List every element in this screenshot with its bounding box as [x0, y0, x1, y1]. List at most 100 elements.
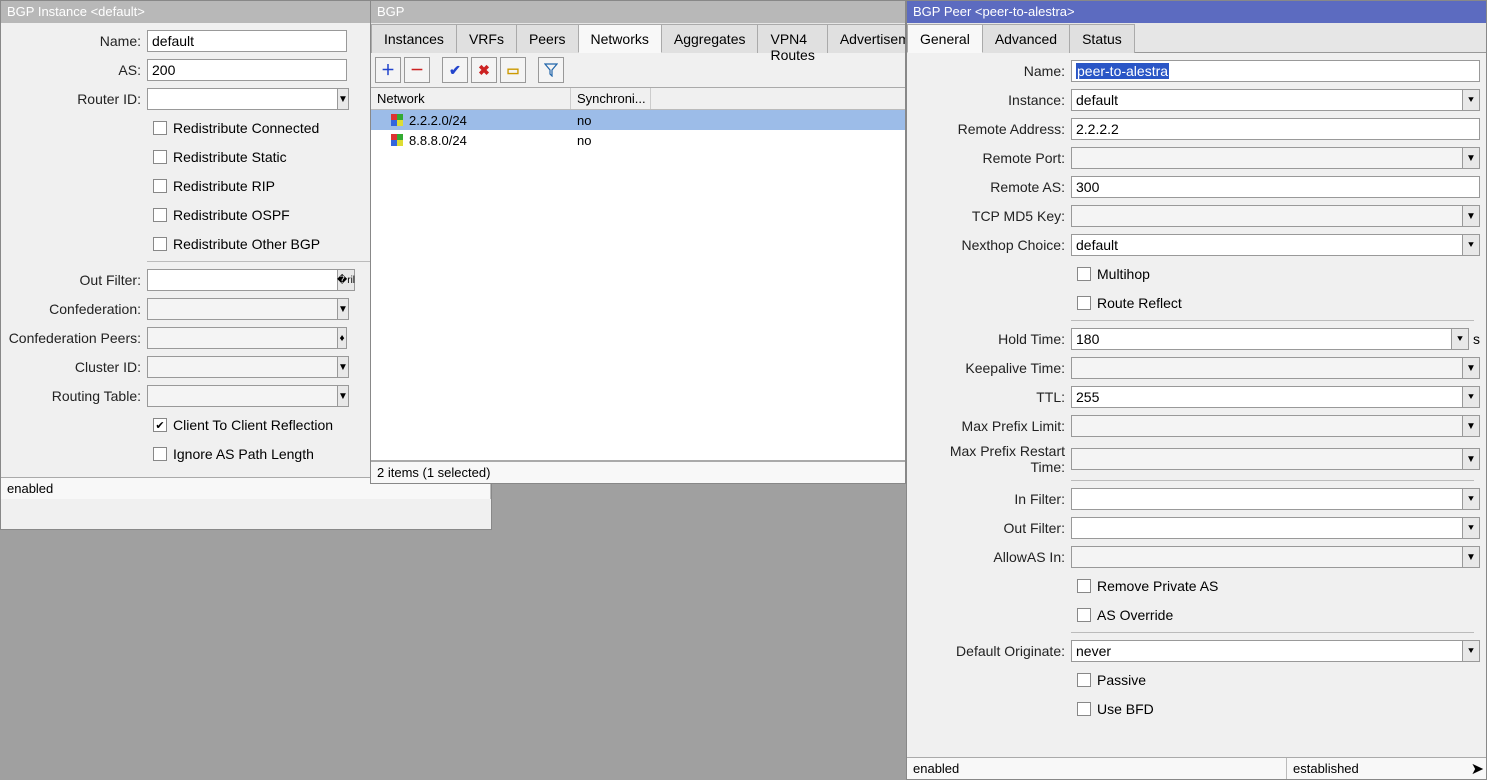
column-network[interactable]: Network	[371, 88, 571, 109]
peer-maxprefix-combo[interactable]: ▼	[1071, 415, 1480, 437]
dropdown-arrow-icon[interactable]: ⯆	[1462, 640, 1480, 662]
dropdown-arrow-icon[interactable]: ⯆	[1462, 386, 1480, 408]
peer-remoteport-combo[interactable]: ▼	[1071, 147, 1480, 169]
redistribute-static-label: Redistribute Static	[173, 149, 287, 165]
dropdown-icon[interactable]: ▼	[1462, 357, 1480, 379]
dropdown-icon[interactable]: ▼	[337, 88, 349, 110]
tab-vpn4-routes[interactable]: VPN4 Routes	[757, 24, 827, 53]
multihop-checkbox[interactable]	[1077, 267, 1091, 281]
dropdown-icon[interactable]: ▼	[1462, 147, 1480, 169]
tab-advanced[interactable]: Advanced	[982, 24, 1070, 53]
comment-button[interactable]: ▭	[500, 57, 526, 83]
use-bfd-label: Use BFD	[1097, 701, 1154, 717]
peer-maxprefixrestart-input[interactable]	[1071, 448, 1462, 470]
remove-private-as-checkbox[interactable]	[1077, 579, 1091, 593]
instance-clusterid-combo[interactable]: ▼	[147, 356, 347, 378]
dropdown-arrow-icon[interactable]: ⯆	[1451, 328, 1469, 350]
dropdown-arrow-icon[interactable]: ⯆	[1462, 517, 1480, 539]
tab-aggregates[interactable]: Aggregates	[661, 24, 759, 53]
instance-confed-input[interactable]	[147, 298, 337, 320]
peer-nexthop-input[interactable]	[1071, 234, 1462, 256]
instance-confedpeers-input[interactable]	[147, 327, 337, 349]
peer-nexthop-combo[interactable]: ⯆	[1071, 234, 1480, 256]
networks-grid[interactable]: Network Synchroni... 2.2.2.0/24no8.8.8.0…	[371, 88, 905, 461]
disable-button[interactable]: ✖	[471, 57, 497, 83]
passive-checkbox[interactable]	[1077, 673, 1091, 687]
instance-routerid-combo[interactable]: ▼	[147, 88, 347, 110]
dropdown-icon[interactable]: ▼	[1462, 205, 1480, 227]
dropdown-icon[interactable]: ▼	[1462, 448, 1480, 470]
redistribute-static-checkbox[interactable]	[153, 150, 167, 164]
peer-remoteaddr-input[interactable]	[1071, 118, 1480, 140]
filter-button[interactable]	[538, 57, 564, 83]
instance-outfilter-combo[interactable]: �ril	[147, 269, 347, 291]
peer-default-originate-combo[interactable]: ⯆	[1071, 640, 1480, 662]
redistribute-ospf-checkbox[interactable]	[153, 208, 167, 222]
instance-confedpeers-combo[interactable]: ♦	[147, 327, 347, 349]
add-button[interactable]: ＋	[375, 57, 401, 83]
table-row[interactable]: 2.2.2.0/24no	[371, 110, 905, 130]
peer-keepalive-combo[interactable]: ▼	[1071, 357, 1480, 379]
instance-routingtable-combo[interactable]: ▼	[147, 385, 347, 407]
instance-routingtable-input[interactable]	[147, 385, 337, 407]
enable-button[interactable]: ✔	[442, 57, 468, 83]
peer-tcpmd5-input[interactable]	[1071, 205, 1462, 227]
peer-infilter-combo[interactable]: ⯆	[1071, 488, 1480, 510]
dropdown-arrow-icon[interactable]: ⯆	[1462, 488, 1480, 510]
dropdown-arrow-icon[interactable]: ⯆	[1462, 234, 1480, 256]
peer-allowas-input[interactable]	[1071, 546, 1462, 568]
instance-as-input[interactable]	[147, 59, 347, 81]
column-synchronize[interactable]: Synchroni...	[571, 88, 651, 109]
peer-name-input[interactable]: peer-to-alestra	[1071, 60, 1480, 82]
tab-vrfs[interactable]: VRFs	[456, 24, 517, 53]
dropdown-arrow-icon[interactable]: �ril	[337, 269, 355, 291]
dropdown-arrow-icon[interactable]: ⯆	[1462, 89, 1480, 111]
redistribute-rip-checkbox[interactable]	[153, 179, 167, 193]
remove-button[interactable]: －	[404, 57, 430, 83]
tab-networks[interactable]: Networks	[578, 24, 662, 53]
peer-allowas-combo[interactable]: ▼	[1071, 546, 1480, 568]
peer-ttl-input[interactable]	[1071, 386, 1462, 408]
instance-clusterid-input[interactable]	[147, 356, 337, 378]
tab-instances[interactable]: Instances	[371, 24, 457, 53]
dropdown-icon[interactable]: ▼	[337, 385, 349, 407]
dropdown-icon[interactable]: ▼	[337, 356, 349, 378]
peer-holdtime-input[interactable]	[1071, 328, 1451, 350]
peer-holdtime-combo[interactable]: ⯆	[1071, 328, 1469, 350]
instance-name-input[interactable]	[147, 30, 347, 52]
peer-remoteport-input[interactable]	[1071, 147, 1462, 169]
instance-outfilter-input[interactable]	[147, 269, 337, 291]
redistribute-connected-checkbox[interactable]	[153, 121, 167, 135]
dropdown-icon[interactable]: ▼	[1462, 415, 1480, 437]
peer-default-originate-input[interactable]	[1071, 640, 1462, 662]
peer-outfilter-combo[interactable]: ⯆	[1071, 517, 1480, 539]
peer-maxprefixrestart-combo[interactable]: ▼	[1071, 448, 1480, 470]
instance-clusterid-label: Cluster ID:	[7, 359, 147, 375]
peer-instance-combo[interactable]: ⯆	[1071, 89, 1480, 111]
as-override-checkbox[interactable]	[1077, 608, 1091, 622]
tab-advertisements[interactable]: Advertisements	[827, 24, 905, 53]
dropdown-icon[interactable]: ▼	[337, 298, 349, 320]
peer-keepalive-input[interactable]	[1071, 357, 1462, 379]
dropdown-icon[interactable]: ▼	[1462, 546, 1480, 568]
use-bfd-checkbox[interactable]	[1077, 702, 1091, 716]
peer-infilter-input[interactable]	[1071, 488, 1462, 510]
peer-tcpmd5-combo[interactable]: ▼	[1071, 205, 1480, 227]
client-reflection-checkbox[interactable]	[153, 418, 167, 432]
tab-status[interactable]: Status	[1069, 24, 1135, 53]
spinner-icon[interactable]: ♦	[337, 327, 347, 349]
table-row[interactable]: 8.8.8.0/24no	[371, 130, 905, 150]
instance-routerid-input[interactable]	[147, 88, 337, 110]
peer-outfilter-input[interactable]	[1071, 517, 1462, 539]
tab-peers[interactable]: Peers	[516, 24, 579, 53]
route-reflect-checkbox[interactable]	[1077, 296, 1091, 310]
peer-name-value: peer-to-alestra	[1076, 63, 1169, 79]
tab-general[interactable]: General	[907, 24, 983, 53]
peer-maxprefix-input[interactable]	[1071, 415, 1462, 437]
peer-remoteas-input[interactable]	[1071, 176, 1480, 198]
peer-ttl-combo[interactable]: ⯆	[1071, 386, 1480, 408]
instance-confed-combo[interactable]: ▼	[147, 298, 347, 320]
peer-instance-input[interactable]	[1071, 89, 1462, 111]
redistribute-other-bgp-checkbox[interactable]	[153, 237, 167, 251]
ignore-as-path-checkbox[interactable]	[153, 447, 167, 461]
